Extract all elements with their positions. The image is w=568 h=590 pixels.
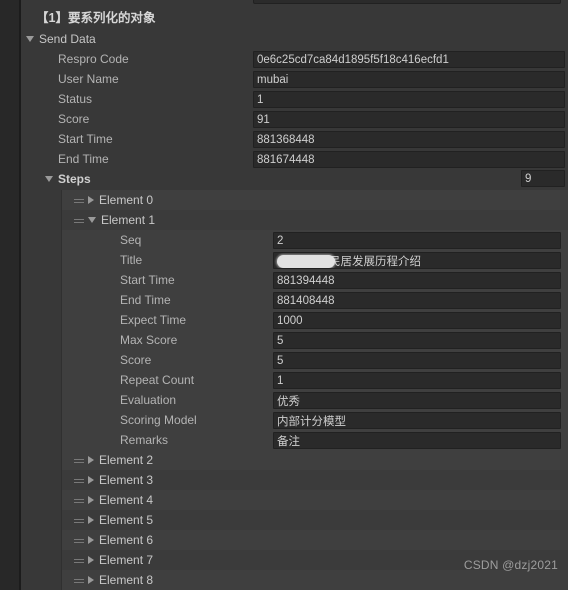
nested-property-row: Remarks 备注 xyxy=(62,430,568,450)
nested-property-row: Expect Time 1000 xyxy=(62,310,568,330)
steps-reorderable-list: Element 0 Element 1 Seq 2 Title 民居发展历程介绍 Start… xyxy=(61,190,568,590)
steps-size-field[interactable]: 9 xyxy=(521,170,565,187)
property-label: Expect Time xyxy=(120,313,187,327)
page-title: 【1】要系列化的对象 xyxy=(36,10,156,25)
drag-handle-icon[interactable] xyxy=(74,537,84,544)
property-label: Start Time xyxy=(58,132,113,146)
left-gutter xyxy=(0,0,19,590)
drag-handle-icon[interactable] xyxy=(74,217,84,224)
property-value-field[interactable]: 5 xyxy=(273,352,561,369)
property-label: Score xyxy=(120,353,152,367)
list-item-label: Element 4 xyxy=(99,493,154,507)
list-item-label: Element 1 xyxy=(101,213,156,227)
property-value-field[interactable]: 2 xyxy=(273,232,561,249)
property-value-field[interactable]: 1000 xyxy=(273,312,561,329)
property-value-field[interactable]: mubai xyxy=(253,71,565,88)
triangle-right-icon[interactable] xyxy=(88,536,94,544)
foldout-send-data-label: Send Data xyxy=(39,32,96,46)
redaction-overlay xyxy=(277,255,335,268)
property-value-field[interactable]: 91 xyxy=(253,111,565,128)
property-label: Scoring Model xyxy=(120,413,197,427)
property-label: Score xyxy=(58,112,90,126)
nested-property-row: Repeat Count 1 xyxy=(62,370,568,390)
inspector-panel: 【1】要系列化的对象 Send Data Respro Code 0e6c25cd… xyxy=(21,0,568,590)
property-label: Seq xyxy=(120,233,142,247)
nested-property-row: Evaluation 优秀 xyxy=(62,390,568,410)
drag-handle-icon[interactable] xyxy=(74,477,84,484)
triangle-down-icon xyxy=(45,176,53,182)
list-item[interactable]: Element 3 xyxy=(62,470,568,490)
property-label: Status xyxy=(58,92,93,106)
triangle-right-icon[interactable] xyxy=(88,556,94,564)
property-label: Evaluation xyxy=(120,393,177,407)
property-label: Start Time xyxy=(120,273,175,287)
list-item-label: Element 8 xyxy=(99,573,154,587)
triangle-right-icon[interactable] xyxy=(88,496,94,504)
property-label: User Name xyxy=(58,72,119,86)
property-value-field[interactable]: 0e6c25cd7ca84d1895f5f18c416ecfd1 xyxy=(253,51,565,68)
nested-property-row: Scoring Model 内部计分模型 xyxy=(62,410,568,430)
nested-property-row: Max Score 5 xyxy=(62,330,568,350)
list-item-label: Element 2 xyxy=(99,453,154,467)
clipped-field-above[interactable] xyxy=(253,0,561,4)
nested-property-row: Score 5 xyxy=(62,350,568,370)
property-value-field[interactable]: 1 xyxy=(253,91,565,108)
foldout-steps-label: Steps xyxy=(58,172,91,186)
property-label: Repeat Count xyxy=(120,373,195,387)
triangle-right-icon[interactable] xyxy=(88,476,94,484)
property-value-text: 民居发展历程介绍 xyxy=(329,255,421,268)
triangle-down-icon[interactable] xyxy=(88,217,96,223)
list-item[interactable]: Element 0 xyxy=(62,190,568,210)
nested-property-row: End Time 881408448 xyxy=(62,290,568,310)
drag-handle-icon[interactable] xyxy=(74,457,84,464)
drag-handle-icon[interactable] xyxy=(74,497,84,504)
property-value-field[interactable]: 881408448 xyxy=(273,292,561,309)
nested-property-row: Seq 2 xyxy=(62,230,568,250)
inspector-window: 【1】要系列化的对象 Send Data Respro Code 0e6c25cd… xyxy=(0,0,568,590)
property-value-field[interactable]: 1 xyxy=(273,372,561,389)
nested-property-row: Title 民居发展历程介绍 xyxy=(62,250,568,270)
list-item-label: Element 3 xyxy=(99,473,154,487)
property-label: Remarks xyxy=(120,433,169,447)
property-value-field[interactable]: 优秀 xyxy=(273,392,561,409)
list-item-label: Element 7 xyxy=(99,553,154,567)
triangle-right-icon[interactable] xyxy=(88,576,94,584)
property-label: Max Score xyxy=(120,333,178,347)
list-item[interactable]: Element 1 xyxy=(62,210,568,230)
list-item-label: Element 0 xyxy=(99,193,154,207)
triangle-right-icon[interactable] xyxy=(88,196,94,204)
foldout-send-data[interactable]: Send Data xyxy=(26,29,96,49)
property-value-field[interactable]: 881674448 xyxy=(253,151,565,168)
list-item[interactable]: Element 8 xyxy=(62,570,568,590)
nested-property-row: Start Time 881394448 xyxy=(62,270,568,290)
list-item-label: Element 6 xyxy=(99,533,154,547)
list-item[interactable]: Element 2 xyxy=(62,450,568,470)
property-label: End Time xyxy=(120,293,171,307)
watermark: CSDN @dzj2021 xyxy=(463,558,558,572)
property-label: Title xyxy=(120,253,143,267)
list-item[interactable]: Element 5 xyxy=(62,510,568,530)
property-value-field[interactable]: 民居发展历程介绍 xyxy=(273,252,561,269)
list-item-label: Element 5 xyxy=(99,513,154,527)
property-value-field[interactable]: 备注 xyxy=(273,432,561,449)
triangle-down-icon xyxy=(26,36,34,42)
triangle-right-icon[interactable] xyxy=(88,456,94,464)
property-label: End Time xyxy=(58,152,109,166)
property-value-field[interactable]: 内部计分模型 xyxy=(273,412,561,429)
drag-handle-icon[interactable] xyxy=(74,197,84,204)
foldout-steps[interactable]: Steps xyxy=(45,169,91,189)
list-item[interactable]: Element 4 xyxy=(62,490,568,510)
drag-handle-icon[interactable] xyxy=(74,517,84,524)
property-value-field[interactable]: 881368448 xyxy=(253,131,565,148)
property-value-field[interactable]: 5 xyxy=(273,332,561,349)
drag-handle-icon[interactable] xyxy=(74,557,84,564)
triangle-right-icon[interactable] xyxy=(88,516,94,524)
drag-handle-icon[interactable] xyxy=(74,577,84,584)
property-value-field[interactable]: 881394448 xyxy=(273,272,561,289)
property-label: Respro Code xyxy=(58,52,129,66)
list-item[interactable]: Element 6 xyxy=(62,530,568,550)
